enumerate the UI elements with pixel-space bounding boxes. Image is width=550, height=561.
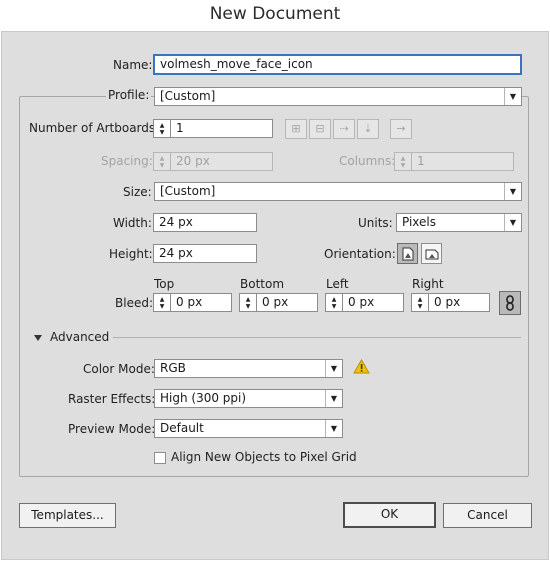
raster-effects-label: Raster Effects: bbox=[68, 392, 156, 406]
ok-button[interactable]: OK bbox=[343, 502, 436, 528]
orientation-label: Orientation: bbox=[324, 247, 396, 261]
bleed-top-label: Top bbox=[154, 277, 175, 291]
portrait-orientation-button[interactable] bbox=[397, 243, 418, 264]
preview-mode-value: Default bbox=[160, 421, 204, 435]
artboards-label: Number of Artboards: bbox=[29, 121, 160, 135]
stepper-up-icon: ▲ bbox=[245, 295, 251, 303]
grid-by-column-icon[interactable]: ⊟ bbox=[309, 119, 331, 139]
spacing-label: Spacing: bbox=[101, 154, 153, 168]
units-label: Units: bbox=[358, 216, 393, 230]
height-label: Height: bbox=[109, 247, 153, 261]
color-mode-select[interactable]: RGB ▼ bbox=[154, 359, 343, 378]
collapse-triangle-icon[interactable] bbox=[33, 334, 43, 342]
profile-select-value: [Custom] bbox=[160, 89, 216, 103]
chevron-down-icon: ▼ bbox=[325, 360, 342, 377]
preview-mode-label: Preview Mode: bbox=[68, 422, 156, 436]
right-to-left-icon[interactable]: → bbox=[390, 119, 412, 139]
stepper-up-icon: ▲ bbox=[159, 121, 165, 129]
artboards-stepper[interactable]: ▲ ▼ bbox=[153, 119, 170, 138]
spacing-stepper[interactable]: ▲ ▼ bbox=[153, 152, 170, 171]
spacing-input[interactable]: 20 px bbox=[170, 152, 273, 171]
columns-input[interactable]: 1 bbox=[411, 152, 514, 171]
stepper-down-icon: ▼ bbox=[245, 302, 251, 310]
chevron-down-icon: ▼ bbox=[504, 183, 521, 200]
profile-label: Profile: bbox=[106, 88, 152, 102]
chain-link-icon bbox=[506, 295, 514, 311]
bleed-label: Bleed: bbox=[115, 296, 153, 310]
chevron-down-icon: ▼ bbox=[325, 390, 342, 407]
bleed-link-button[interactable] bbox=[499, 291, 521, 315]
height-input[interactable]: 24 px bbox=[153, 244, 257, 263]
artboards-input[interactable]: 1 bbox=[170, 119, 273, 138]
bleed-left-input[interactable]: 0 px bbox=[342, 293, 404, 312]
bleed-left-label: Left bbox=[326, 277, 349, 291]
raster-effects-value: High (300 ppi) bbox=[160, 391, 247, 405]
profile-select[interactable]: [Custom] ▼ bbox=[154, 87, 522, 106]
bleed-bottom-label: Bottom bbox=[240, 277, 285, 291]
bleed-right-label: Right bbox=[412, 277, 444, 291]
bleed-left-stepper[interactable]: ▲ ▼ bbox=[325, 293, 342, 312]
landscape-orientation-button[interactable] bbox=[421, 243, 442, 264]
bleed-bottom-input[interactable]: 0 px bbox=[256, 293, 318, 312]
chevron-down-icon: ▼ bbox=[504, 214, 521, 231]
bleed-right-stepper[interactable]: ▲ ▼ bbox=[411, 293, 428, 312]
bleed-top-input[interactable]: 0 px bbox=[170, 293, 232, 312]
new-document-dialog: Name: volmesh_move_face_icon Profile: [C… bbox=[1, 31, 549, 560]
align-pixel-grid-label: Align New Objects to Pixel Grid bbox=[171, 450, 357, 464]
grid-by-row-icon[interactable]: ⊞ bbox=[285, 119, 307, 139]
advanced-divider bbox=[113, 337, 521, 338]
name-label: Name: bbox=[113, 58, 153, 72]
stepper-up-icon: ▲ bbox=[159, 295, 165, 303]
stepper-up-icon: ▲ bbox=[331, 295, 337, 303]
window-title: New Document bbox=[0, 0, 550, 31]
preview-mode-select[interactable]: Default ▼ bbox=[154, 419, 343, 438]
bleed-right-input[interactable]: 0 px bbox=[428, 293, 490, 312]
chevron-down-icon: ▼ bbox=[325, 420, 342, 437]
color-mode-value: RGB bbox=[160, 361, 186, 375]
units-select[interactable]: Pixels ▼ bbox=[396, 213, 522, 232]
stepper-down-icon: ▼ bbox=[159, 302, 165, 310]
cancel-button[interactable]: Cancel bbox=[443, 503, 532, 528]
color-mode-label: Color Mode: bbox=[83, 362, 155, 376]
raster-effects-select[interactable]: High (300 ppi) ▼ bbox=[154, 389, 343, 408]
stepper-down-icon: ▼ bbox=[417, 302, 423, 310]
size-select[interactable]: [Custom] ▼ bbox=[154, 182, 522, 201]
width-input[interactable]: 24 px bbox=[153, 213, 257, 232]
chevron-down-icon: ▼ bbox=[504, 88, 521, 105]
units-select-value: Pixels bbox=[402, 215, 437, 229]
width-label: Width: bbox=[113, 216, 152, 230]
bleed-top-stepper[interactable]: ▲ ▼ bbox=[153, 293, 170, 312]
arrange-by-row-icon[interactable]: ⇢ bbox=[333, 119, 355, 139]
stepper-down-icon: ▼ bbox=[400, 161, 406, 169]
portrait-icon bbox=[402, 247, 413, 260]
stepper-down-icon: ▼ bbox=[159, 161, 165, 169]
stepper-down-icon: ▼ bbox=[331, 302, 337, 310]
warning-icon bbox=[353, 359, 370, 374]
templates-button[interactable]: Templates... bbox=[19, 503, 116, 528]
stepper-up-icon: ▲ bbox=[400, 154, 406, 162]
name-input[interactable]: volmesh_move_face_icon bbox=[153, 54, 522, 75]
stepper-down-icon: ▼ bbox=[159, 128, 165, 136]
size-select-value: [Custom] bbox=[160, 184, 216, 198]
stepper-up-icon: ▲ bbox=[417, 295, 423, 303]
columns-label: Columns: bbox=[339, 154, 396, 168]
stepper-up-icon: ▲ bbox=[159, 154, 165, 162]
bleed-bottom-stepper[interactable]: ▲ ▼ bbox=[239, 293, 256, 312]
columns-stepper[interactable]: ▲ ▼ bbox=[394, 152, 411, 171]
advanced-toggle[interactable]: Advanced bbox=[50, 330, 109, 344]
align-pixel-grid-checkbox[interactable] bbox=[154, 452, 166, 464]
arrange-by-column-icon[interactable]: ⇣ bbox=[357, 119, 379, 139]
size-label: Size: bbox=[123, 185, 152, 199]
landscape-icon bbox=[425, 249, 438, 259]
